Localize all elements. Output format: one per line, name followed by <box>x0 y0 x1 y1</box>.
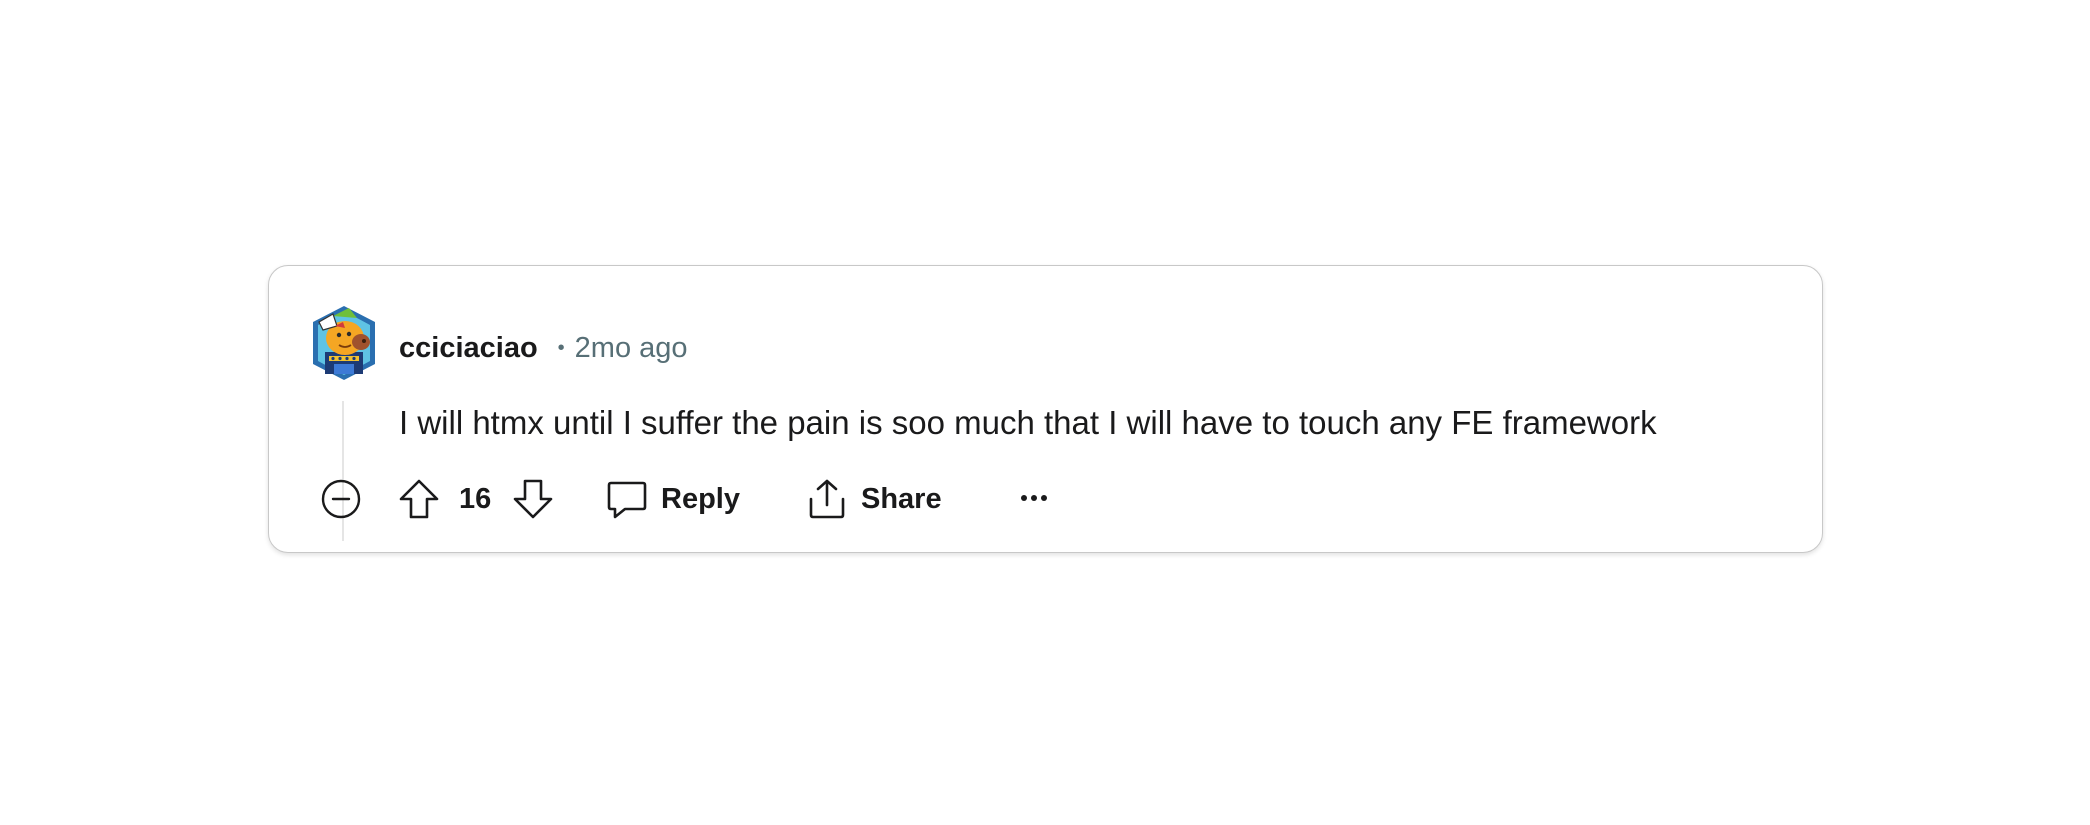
comment-card: cciciaciao • 2mo ago I will htmx until I… <box>268 265 1823 553</box>
share-upload-icon <box>805 477 849 521</box>
speech-bubble-icon <box>605 477 649 521</box>
share-label: Share <box>861 482 942 515</box>
username-link[interactable]: cciciaciao <box>399 332 538 365</box>
downvote-arrow-icon[interactable] <box>511 477 555 521</box>
meta-separator: • <box>557 336 565 359</box>
collapse-minus-icon <box>319 479 363 525</box>
upvote-arrow-icon[interactable] <box>397 477 441 521</box>
comment-actions: 16 Reply Share <box>269 471 1822 527</box>
more-dots-icon <box>1019 490 1049 508</box>
vote-score: 16 <box>459 482 492 515</box>
share-button[interactable]: Share <box>805 471 942 527</box>
reply-label: Reply <box>661 482 740 515</box>
vote-group: 16 <box>397 471 555 527</box>
comment-header: cciciaciao • 2mo ago <box>399 326 688 370</box>
collapse-button[interactable] <box>319 477 363 521</box>
more-options-button[interactable] <box>1012 477 1056 521</box>
reply-button[interactable]: Reply <box>605 471 740 527</box>
timestamp[interactable]: 2mo ago <box>575 332 688 365</box>
user-avatar[interactable] <box>309 302 379 384</box>
comment-body: I will htmx until I suffer the pain is s… <box>399 404 1657 441</box>
